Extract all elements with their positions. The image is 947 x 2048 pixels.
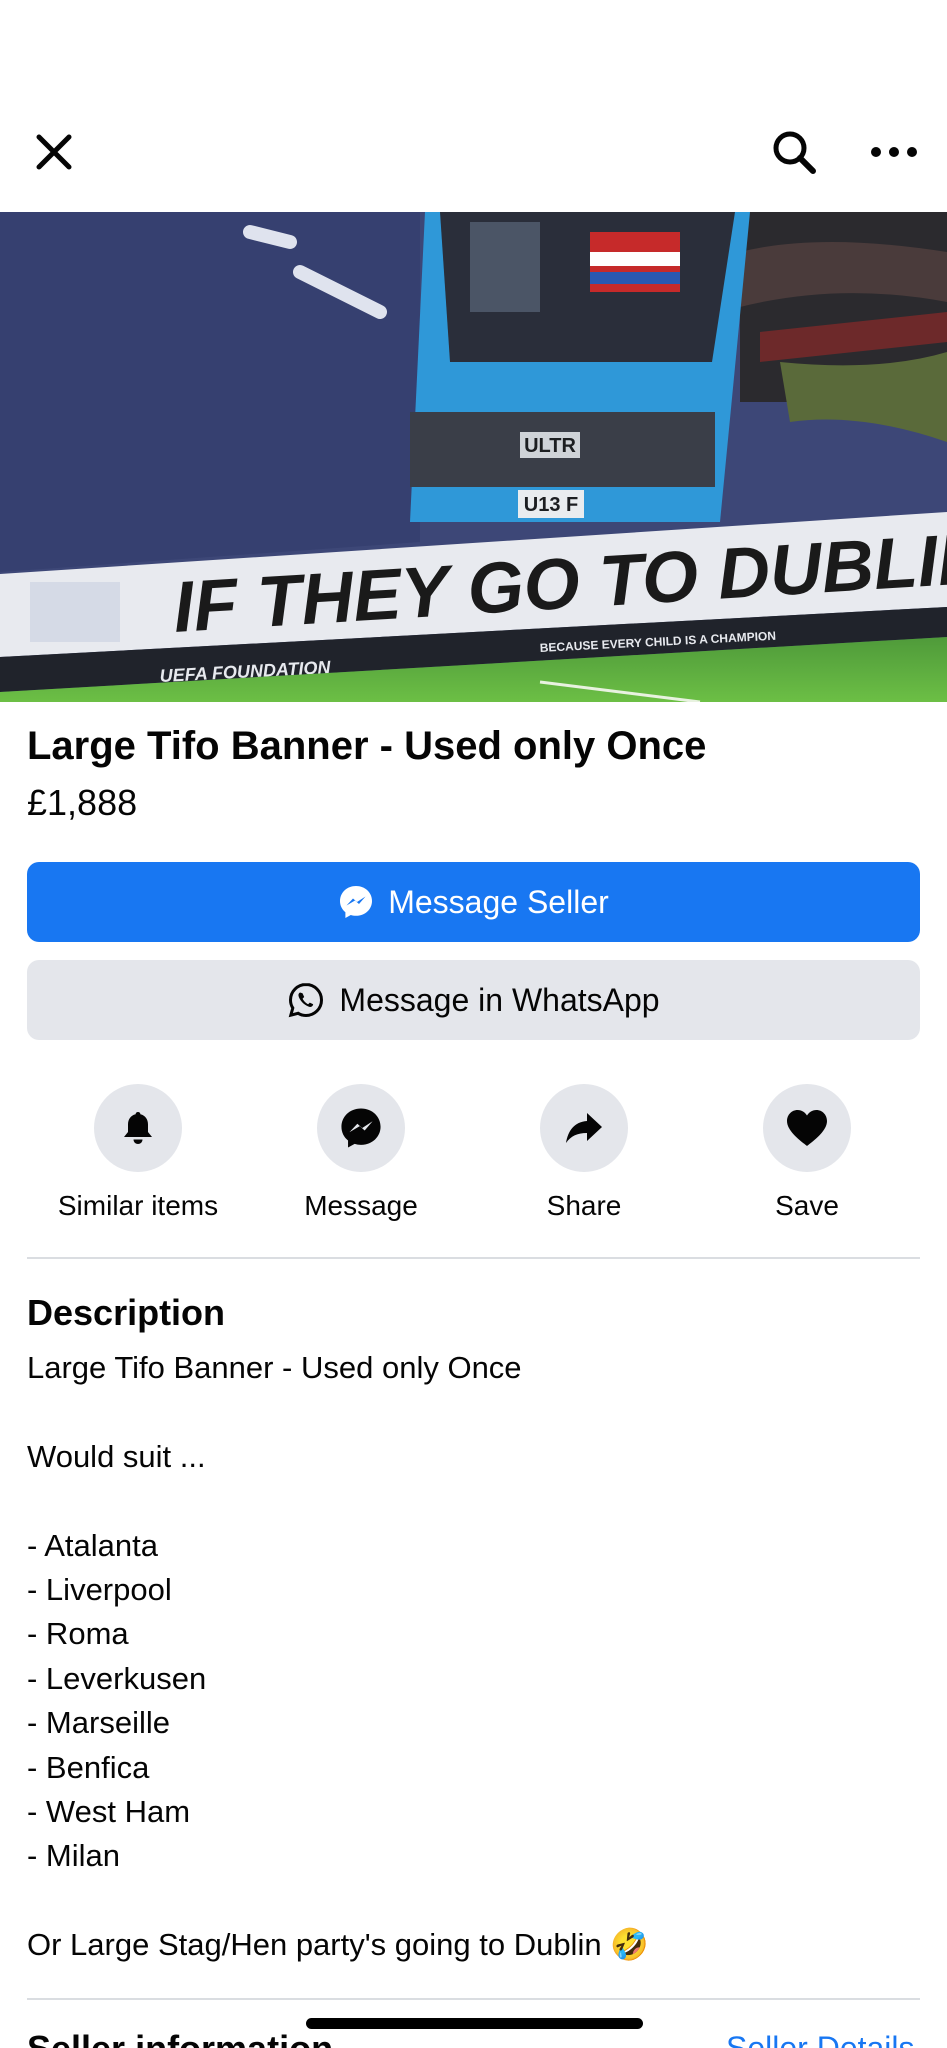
message-whatsapp-button[interactable]: Message in WhatsApp (27, 960, 920, 1040)
message-action[interactable]: Message (251, 1084, 471, 1222)
divider (27, 1998, 920, 2000)
similar-items-action[interactable]: Similar items (28, 1084, 248, 1222)
whatsapp-icon (289, 982, 324, 1018)
description-line: - Leverkusen (27, 1660, 207, 1696)
description-line: Or Large Stag/Hen party's going to Dubli… (27, 1927, 649, 1963)
heart-icon (787, 1110, 827, 1146)
share-action[interactable]: Share (474, 1084, 694, 1222)
similar-items-label: Similar items (57, 1190, 219, 1221)
messenger-icon (341, 1108, 381, 1148)
description-line: Large Tifo Banner - Used only Once (27, 1350, 522, 1385)
bus-plate-text: U13 F (524, 494, 578, 516)
search-button[interactable] (762, 120, 826, 184)
message-button[interactable] (317, 1084, 405, 1172)
divider (27, 1257, 920, 1259)
listing-price: £1,888 (27, 782, 138, 823)
bus-sign-text: ULTR (524, 435, 576, 457)
description-line (27, 1479, 920, 1523)
home-indicator[interactable] (306, 2018, 643, 2029)
close-button[interactable] (22, 120, 86, 184)
search-icon (773, 131, 816, 174)
message-seller-label: Message Seller (388, 883, 609, 920)
description-line: - Liverpool (27, 1571, 172, 1607)
save-button[interactable] (763, 1084, 851, 1172)
close-icon (36, 134, 72, 170)
seller-information-heading: Seller information (27, 2028, 333, 2048)
listing-photo[interactable]: ULTR U13 F IF THEY GO TO DUBLIN UEFA FOU… (0, 212, 947, 702)
description-line: - Benfica (27, 1749, 150, 1785)
description-line (27, 1390, 920, 1434)
messenger-icon (340, 886, 373, 918)
share-arrow-icon (566, 1113, 602, 1143)
message-label: Message (304, 1190, 418, 1221)
listing-title: Large Tifo Banner - Used only Once (27, 724, 707, 768)
description-line: - Roma (27, 1616, 129, 1652)
top-bar (0, 0, 947, 212)
message-whatsapp-label: Message in WhatsApp (339, 981, 660, 1018)
description-line: - West Ham (27, 1793, 191, 1829)
description-line: Would suit ... (27, 1438, 206, 1474)
action-row: Similar items Message Share Save (27, 1084, 920, 1224)
description-heading: Description (27, 1292, 226, 1333)
share-button[interactable] (540, 1084, 628, 1172)
message-seller-button[interactable]: Message Seller (27, 862, 920, 942)
description-line (27, 1879, 920, 1923)
save-action[interactable]: Save (697, 1084, 917, 1222)
description-line: - Marseille (27, 1705, 170, 1741)
save-label: Save (775, 1190, 839, 1221)
more-icon (871, 147, 917, 157)
seller-details-link[interactable]: Seller Details (726, 2030, 915, 2048)
share-label: Share (546, 1190, 622, 1221)
bell-icon (124, 1112, 152, 1144)
description-body: Large Tifo Banner - Used only Once Would… (27, 1346, 920, 1967)
more-options-button[interactable] (862, 120, 926, 184)
similar-items-button[interactable] (94, 1084, 182, 1172)
description-line: - Milan (27, 1838, 121, 1874)
description-line: - Atalanta (27, 1527, 158, 1563)
